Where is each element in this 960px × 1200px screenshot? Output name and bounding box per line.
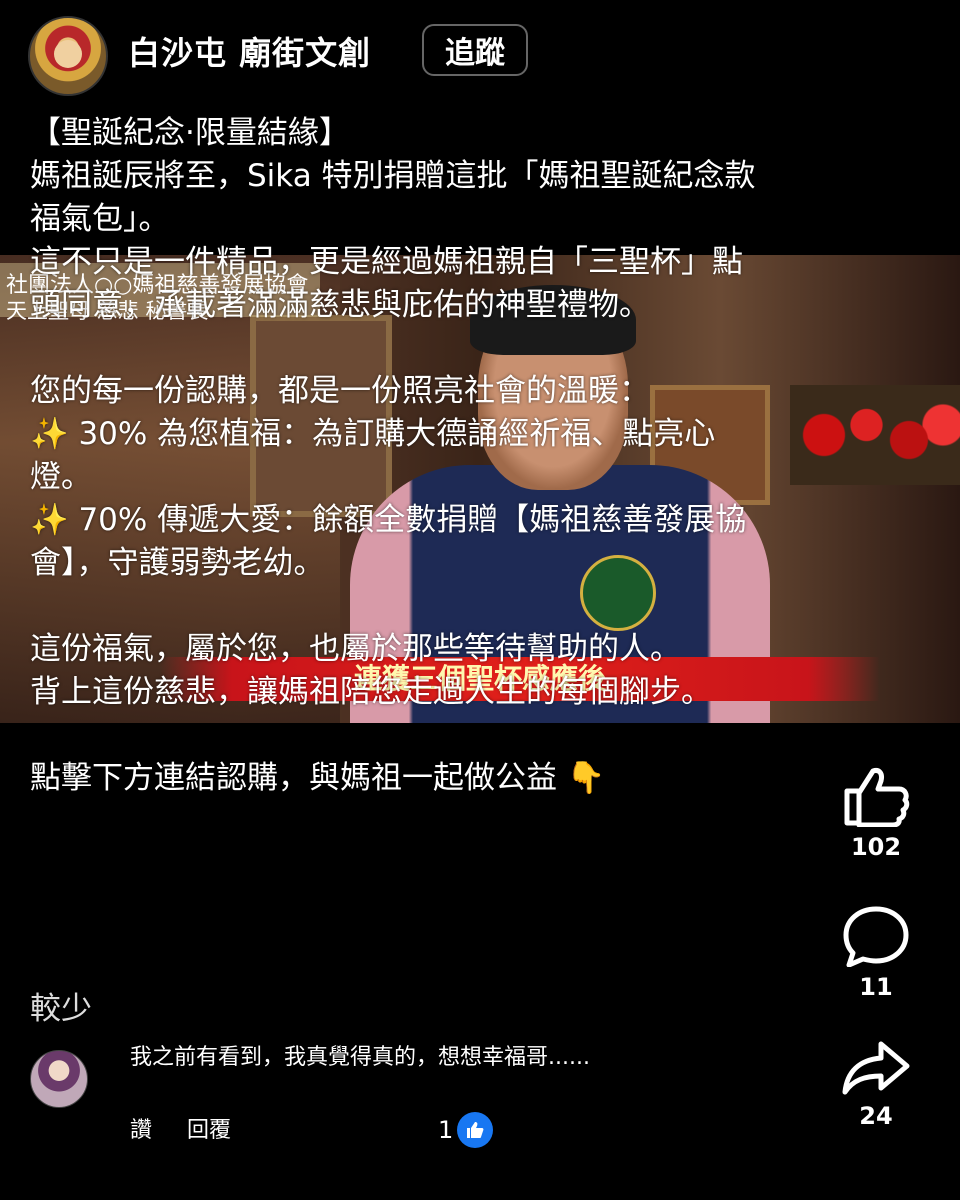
post-line <box>30 327 770 370</box>
like-badge-icon <box>457 1112 494 1148</box>
follow-button[interactable]: 追蹤 <box>422 24 528 76</box>
post-line: 【聖誕紀念·限量結緣】 <box>30 115 350 151</box>
see-less-link[interactable]: 較少 <box>30 983 92 1028</box>
comment-bubble-icon <box>843 906 909 967</box>
page-name[interactable]: 白沙屯 廟街文創 <box>128 28 371 74</box>
comment-reactions[interactable]: 1 <box>438 1112 494 1148</box>
video-flowers <box>790 385 960 485</box>
share-arrow-icon <box>842 1041 910 1095</box>
post-line: 這份福氣，屬於您，也屬於那些等待幫助的人。 <box>30 631 681 667</box>
like-action[interactable]: 102 <box>836 765 916 861</box>
like-count: 102 <box>850 833 902 861</box>
comment-text: 我之前有看到，我真覺得真的，想想幸福哥...... <box>130 1045 590 1070</box>
post-line: 媽祖誕辰將至，Sika 特別捐贈這批「媽祖聖誕紀念款福氣包」。 <box>30 158 756 237</box>
comment-like-button[interactable]: 讚 <box>130 1118 152 1143</box>
comment-reaction-count: 1 <box>438 1116 454 1144</box>
post-line: ✨ 30% 為您植福：為訂購大德誦經祈福、點亮心燈。 <box>30 416 716 495</box>
share-count: 24 <box>859 1102 893 1130</box>
post-line: 背上這份慈悲，讓媽祖陪您走過人生的每個腳步。 <box>30 674 712 710</box>
thumbs-up-icon <box>844 768 910 827</box>
post-line <box>30 714 770 757</box>
post-line <box>30 585 770 628</box>
post-line: 點擊下方連結認購，與媽祖一起做公益 👇 <box>30 760 606 796</box>
comment-actions: 讚 回覆 <box>130 1112 259 1144</box>
page-avatar[interactable] <box>28 16 108 96</box>
post-line: ✨ 70% 傳遞大愛：餘額全數捐贈【媽祖慈善發展協會】，守護弱勢老幼。 <box>30 502 747 581</box>
post-line: 您的每一份認購，都是一份照亮社會的溫暖： <box>30 373 650 409</box>
comment-count: 11 <box>859 973 893 1001</box>
comment-action[interactable]: 11 <box>836 905 916 1001</box>
share-action[interactable]: 24 <box>836 1040 916 1130</box>
post-line: 這不只是一件精品，更是經過媽祖親自「三聖杯」點頭同意，承載著滿滿慈悲與庇佑的神聖… <box>30 244 743 323</box>
commenter-avatar[interactable] <box>30 1050 88 1108</box>
post-caption: 【聖誕紀念·限量結緣】 媽祖誕辰將至，Sika 特別捐贈這批「媽祖聖誕紀念款福氣… <box>30 112 770 800</box>
comment-reply-button[interactable]: 回覆 <box>187 1118 231 1143</box>
